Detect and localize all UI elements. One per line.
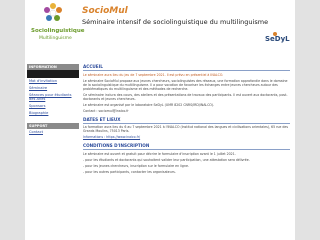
section-title-conditions: CONDITIONS D'INSCRIPTION <box>83 143 150 148</box>
site-title: SocioMul <box>82 6 128 16</box>
condition-item: - pour les étudiants et doctorants qui s… <box>83 157 250 162</box>
page: Sociolinguistique Multilinguisme SocioMu… <box>25 0 295 240</box>
site-subtitle: Séminaire intensif de sociolinguistique … <box>82 18 269 26</box>
sidebar-item-seances[interactable]: Séances pour étudiants des Anes <box>27 92 79 104</box>
main-content: ACCUEIL Le séminaire aura lieu du jeu de… <box>83 62 290 240</box>
sidebar-item-sponsors[interactable]: Sponsors <box>27 103 79 110</box>
section-title-accueil: ACCUEIL <box>83 64 103 69</box>
sidebar: INFORMATION Mot d'invitation Séminaire S… <box>27 64 79 136</box>
logo-text-sociolinguistique: Sociolinguistique <box>31 28 85 34</box>
info-link[interactable]: Informations : https://www.inalco.fr/ <box>83 135 290 139</box>
header: Sociolinguistique Multilinguisme SocioMu… <box>25 0 295 62</box>
condition-item: - pour les jeunes chercheurs, inscriptio… <box>83 163 189 168</box>
contact-paragraph: Contact : sociomul@inalco.fr <box>83 108 129 113</box>
sidebar-item-seminaire[interactable]: Séminaire <box>27 85 79 92</box>
sidebar-item-invitation[interactable]: Mot d'invitation <box>27 78 79 85</box>
intro-paragraph: Le séminaire SocioMul propose aux jeunes… <box>83 78 288 91</box>
sidebar-item-biographie[interactable]: Biographie <box>27 110 79 117</box>
section-divider <box>83 149 290 150</box>
section-title-dates: DATES ET LIEUX <box>83 116 121 122</box>
sidebar-item-contact[interactable]: Contact <box>27 129 79 136</box>
sidebar-item-accueil[interactable] <box>27 70 79 78</box>
announcement-text: Le séminaire aura lieu du jeu de 7 septe… <box>83 72 224 77</box>
conditions-paragraph: Le séminaire est ouvert et gratuit pour … <box>83 151 236 156</box>
sociolinguistique-logo[interactable]: Sociolinguistique Multilinguisme <box>29 2 84 58</box>
logo-text-multilinguisme: Multilinguisme <box>39 36 72 41</box>
flower-logo-icon <box>44 3 62 21</box>
sedyl-logo-text: SeDyL <box>265 35 290 43</box>
program-paragraph: Ce séminaire inclura des cours, des atel… <box>83 92 288 101</box>
section-divider <box>83 122 290 123</box>
organizer-paragraph: Le séminaire est organisé par le laborat… <box>83 102 215 107</box>
condition-item: - pour les autres participants, contacte… <box>83 169 176 174</box>
sedyl-logo[interactable]: SeDyL <box>265 32 290 46</box>
dates-paragraph: La formation aura lieu du 6 au 7 septemb… <box>83 125 289 133</box>
section-divider <box>83 70 290 71</box>
